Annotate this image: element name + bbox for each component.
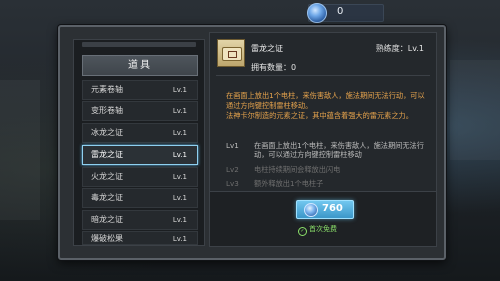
purchase-footer: 760 ✓ 首次免费 — [210, 191, 436, 246]
description-line: 在画面上放出1个电柱，来伤害敌人，施法期间无法行动，可以通过方向键控制雷柱移动。 — [226, 91, 425, 110]
item-name: 火龙之证 — [91, 172, 123, 181]
background-structure — [0, 80, 40, 220]
item-level: Lv.1 — [172, 86, 187, 94]
owned-count: 拥有数量：0 — [251, 63, 297, 72]
level-tag: Lv2 — [226, 165, 239, 174]
list-scroll-indicator[interactable] — [82, 42, 196, 47]
item-level: Lv.1 — [172, 129, 187, 137]
item-description: 在画面上放出1个电柱，来伤害敌人，施法期间无法行动，可以通过方向键控制雷柱移动。… — [226, 91, 426, 121]
item-name: 暗龙之证 — [91, 215, 123, 224]
item-dialog: 道具 元素卷轴 Lv.1 变形卷轴 Lv.1 冰龙之证 Lv.1 雷龙之证 Lv… — [58, 25, 446, 260]
buy-button[interactable]: 760 — [296, 200, 354, 219]
level-tag: Lv3 — [226, 179, 239, 188]
level-text: 在画面上放出1个电柱，来伤害敌人，施法期间无法行动，可以通过方向键控制雷柱移动 — [254, 141, 424, 159]
item-level: Lv.1 — [172, 235, 187, 243]
divider — [216, 75, 430, 76]
currency-value: 0 — [337, 6, 344, 17]
first-free-label: ✓ 首次免费 — [298, 224, 337, 236]
gem-icon — [304, 203, 318, 217]
description-line: 法神卡尔制造的元素之证，其中蕴含着强大的雷元素之力。 — [226, 111, 413, 120]
item-level: Lv.1 — [172, 173, 187, 181]
item-list-panel: 道具 元素卷轴 Lv.1 变形卷轴 Lv.1 冰龙之证 Lv.1 雷龙之证 Lv… — [73, 39, 205, 246]
level-text: 电柱持续期间会释放出闪电 — [254, 165, 341, 174]
level-text: 额外释放出1个电柱子 — [254, 179, 324, 188]
item-name: 雷龙之证 — [91, 150, 123, 159]
list-title: 道具 — [82, 55, 198, 76]
scroll-icon — [217, 39, 245, 67]
list-item-yuansu[interactable]: 元素卷轴 Lv.1 — [82, 80, 198, 100]
item-name: 毒龙之证 — [91, 193, 123, 202]
gem-icon — [307, 3, 327, 23]
list-item-binglong[interactable]: 冰龙之证 Lv.1 — [82, 123, 198, 143]
buy-price: 760 — [322, 203, 343, 214]
list-item-bianxing[interactable]: 变形卷轴 Lv.1 — [82, 101, 198, 121]
item-name: 变形卷轴 — [91, 106, 123, 115]
mastery-level: 熟练度：Lv.1 — [375, 44, 424, 53]
item-level: Lv.1 — [172, 216, 187, 224]
item-name: 爆破松果 — [91, 234, 123, 243]
list-item-huolong[interactable]: 火龙之证 Lv.1 — [82, 167, 198, 187]
item-level: Lv.1 — [172, 107, 187, 115]
currency-counter: 0 — [307, 3, 384, 23]
item-title: 雷龙之证 — [251, 44, 283, 53]
level-tag: Lv1 — [226, 141, 239, 150]
check-circle-icon: ✓ — [298, 227, 307, 236]
item-detail-panel: 雷龙之证 熟练度：Lv.1 拥有数量：0 在画面上放出1个电柱，来伤害敌人，施法… — [209, 32, 437, 247]
item-name: 冰龙之证 — [91, 128, 123, 137]
item-name: 元素卷轴 — [91, 85, 123, 94]
list-item-dulong[interactable]: 毒龙之证 Lv.1 — [82, 188, 198, 208]
item-level: Lv.1 — [172, 151, 187, 159]
background-structure — [450, 60, 500, 160]
free-text: 首次免费 — [309, 225, 337, 233]
list-item-leilong-selected[interactable]: 雷龙之证 Lv.1 — [82, 145, 198, 165]
list-item-baopo[interactable]: 爆破松果 Lv.1 — [82, 231, 198, 245]
item-level: Lv.1 — [172, 194, 187, 202]
list-item-anlong[interactable]: 暗龙之证 Lv.1 — [82, 210, 198, 230]
